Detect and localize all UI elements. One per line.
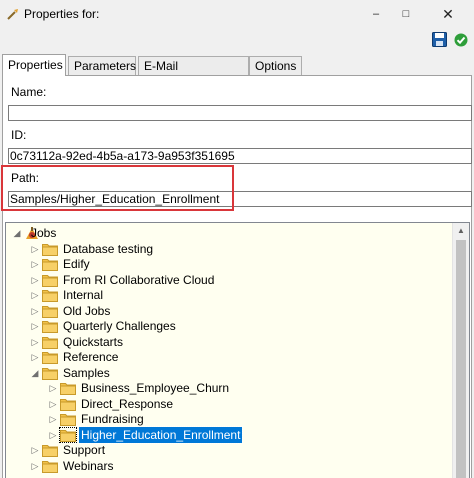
expand-triangle-icon[interactable]: ▷ bbox=[48, 399, 58, 409]
tree-folder[interactable]: ◢ Samples bbox=[30, 365, 430, 381]
expand-triangle-icon[interactable]: ▷ bbox=[48, 414, 58, 424]
tab-options[interactable]: Options bbox=[249, 56, 302, 75]
folder-icon bbox=[42, 273, 58, 287]
tree-node-label: Higher_Education_Enrollment bbox=[77, 425, 244, 444]
folder-icon bbox=[60, 397, 76, 411]
tree-node-label: Quickstarts bbox=[63, 334, 124, 349]
name-field[interactable] bbox=[8, 105, 472, 121]
title-bar: Properties for: – □ ✕ bbox=[0, 0, 474, 28]
folder-icon bbox=[42, 335, 58, 349]
tree-node-label: Support bbox=[63, 443, 106, 457]
tree-folder[interactable]: ▷ Database testing bbox=[30, 241, 430, 257]
expand-triangle-icon[interactable]: ▷ bbox=[30, 244, 40, 254]
tree-node-label: Samples bbox=[63, 365, 110, 380]
tab-email-notifications[interactable]: E-Mail Notifications bbox=[138, 56, 249, 91]
app-icon bbox=[7, 9, 18, 20]
tree-folder[interactable]: ▷ Quickstarts bbox=[30, 334, 430, 350]
expand-triangle-icon[interactable]: ▷ bbox=[30, 337, 40, 347]
tree-subfolder[interactable]: ▷ Direct_Response bbox=[48, 396, 448, 412]
tree-node-label: Jobs bbox=[31, 226, 57, 240]
expand-triangle-icon[interactable]: ▷ bbox=[30, 290, 40, 300]
folder-icon bbox=[42, 459, 58, 473]
folder-icon bbox=[42, 304, 58, 318]
scroll-thumb[interactable] bbox=[456, 240, 466, 478]
expand-triangle-icon[interactable]: ▷ bbox=[30, 275, 40, 285]
tree-node-label: Reference bbox=[63, 350, 119, 364]
expand-triangle-icon[interactable]: ▷ bbox=[30, 259, 40, 269]
tree-folder[interactable]: ▷ Edify bbox=[30, 256, 430, 272]
maximize-button[interactable]: □ bbox=[396, 5, 416, 23]
expand-triangle-icon[interactable]: ▷ bbox=[30, 306, 40, 316]
jobs-tree[interactable]: ▲ ◢ Jobs ▷ Database testing ▷ Edify ▷ From RI… bbox=[5, 222, 470, 478]
folder-icon bbox=[42, 319, 58, 333]
expand-triangle-icon[interactable]: ▷ bbox=[48, 430, 58, 440]
tree-node-label: From RI Collaborative Cloud bbox=[63, 272, 215, 287]
tree-folder[interactable]: ▷ Reference bbox=[30, 349, 430, 365]
folder-icon bbox=[42, 242, 58, 256]
expand-triangle-icon[interactable]: ▷ bbox=[30, 461, 40, 471]
tab-parameters[interactable]: Parameters bbox=[68, 56, 136, 75]
expand-triangle-icon[interactable]: ▷ bbox=[30, 352, 40, 362]
tree-node-label: Fundraising bbox=[81, 412, 144, 426]
tree-root-jobs[interactable]: ◢ Jobs bbox=[12, 225, 212, 241]
expand-triangle-icon[interactable]: ▷ bbox=[48, 383, 58, 393]
id-field[interactable]: 0c73112a-92ed-4b5a-a173-9a953f351695 bbox=[8, 148, 472, 164]
minimize-button[interactable]: – bbox=[366, 5, 386, 23]
expand-triangle-icon[interactable]: ▷ bbox=[30, 321, 40, 331]
tree-node-label: Quarterly Challenges bbox=[63, 319, 176, 333]
tree-folder[interactable]: ▷ Old Jobs bbox=[30, 303, 430, 319]
folder-icon bbox=[42, 288, 58, 302]
tree-folder[interactable]: ▷ From RI Collaborative Cloud bbox=[30, 272, 430, 288]
id-label: ID: bbox=[11, 128, 27, 142]
folder-icon bbox=[42, 350, 58, 364]
check-circle-icon[interactable] bbox=[454, 33, 468, 47]
tree-subfolder[interactable]: ▷ Business_Employee_Churn bbox=[48, 380, 448, 396]
tree-subfolder[interactable]: ▷ Fundraising bbox=[48, 411, 448, 427]
folder-icon bbox=[60, 412, 76, 426]
tree-node-label: Edify bbox=[63, 257, 90, 271]
folder-icon bbox=[42, 257, 58, 271]
tree-scrollbar[interactable]: ▲ bbox=[452, 223, 469, 478]
save-disk-icon[interactable] bbox=[432, 32, 447, 47]
tree-folder[interactable]: ▷ Support bbox=[30, 442, 430, 458]
folder-icon bbox=[42, 443, 58, 457]
collapse-triangle-icon[interactable]: ◢ bbox=[12, 228, 22, 238]
tree-folder[interactable]: ▷ Webinars bbox=[30, 458, 430, 474]
tree-subfolder[interactable]: ▷ Higher_Education_Enrollment bbox=[48, 425, 448, 444]
tree-node-label: Old Jobs bbox=[63, 303, 111, 318]
tree-folder[interactable]: ▷ Internal bbox=[30, 287, 430, 303]
tree-node-label: Direct_Response bbox=[81, 396, 174, 411]
scroll-up-arrow-icon[interactable]: ▲ bbox=[453, 223, 469, 239]
window-title: Properties for: bbox=[24, 7, 100, 21]
tree-folder[interactable]: ▷ Quarterly Challenges bbox=[30, 318, 430, 334]
folder-icon bbox=[59, 426, 77, 443]
name-label: Name: bbox=[11, 85, 47, 99]
tree-node-label: Business_Employee_Churn bbox=[81, 381, 230, 395]
close-button[interactable]: ✕ bbox=[438, 5, 458, 23]
tab-properties[interactable]: Properties bbox=[2, 54, 66, 76]
folder-icon bbox=[60, 381, 76, 395]
tree-node-label: Webinars bbox=[63, 458, 114, 473]
collapse-triangle-icon[interactable]: ◢ bbox=[30, 368, 40, 378]
path-highlight-box bbox=[1, 165, 234, 211]
expand-triangle-icon[interactable]: ▷ bbox=[30, 445, 40, 455]
folder-icon bbox=[42, 366, 58, 380]
tree-node-label: Internal bbox=[63, 288, 104, 302]
tree-node-label: Database testing bbox=[63, 241, 154, 256]
